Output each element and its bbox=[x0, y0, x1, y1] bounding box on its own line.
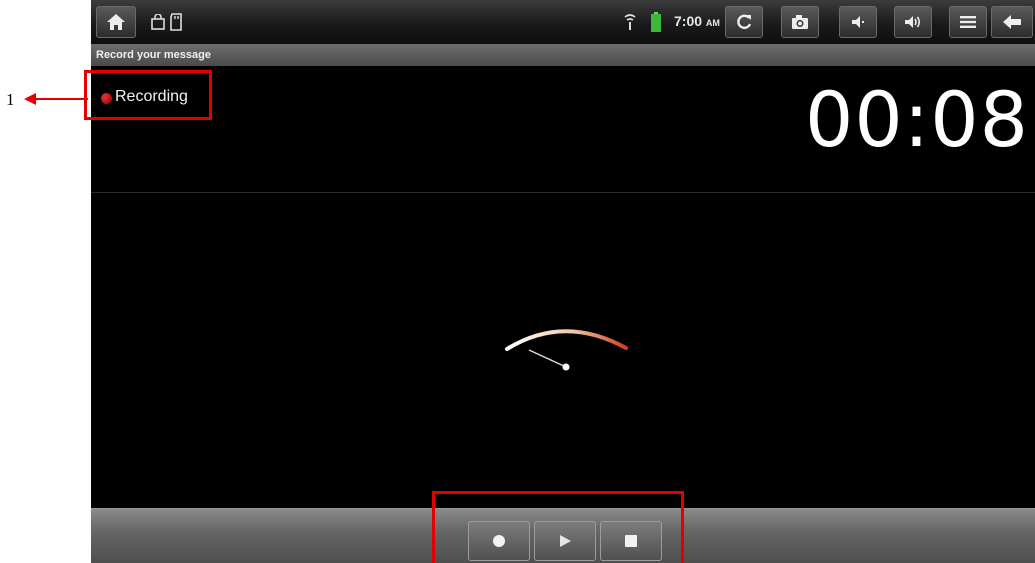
volume-up-icon bbox=[905, 16, 921, 28]
divider bbox=[91, 192, 1035, 193]
sd-card-icon bbox=[170, 13, 182, 31]
signal-icon bbox=[624, 14, 636, 30]
status-time-ampm: AM bbox=[705, 18, 720, 28]
back-button[interactable] bbox=[991, 6, 1033, 38]
battery-icon bbox=[651, 12, 661, 32]
status-time: 7:00 AM bbox=[674, 13, 720, 29]
home-icon bbox=[107, 14, 125, 30]
back-icon bbox=[1003, 15, 1021, 29]
page-title: Record your message bbox=[91, 44, 1035, 66]
camera-icon bbox=[792, 15, 808, 29]
device-screen: 7:00 AM Record your message Recording 00… bbox=[91, 0, 1035, 563]
status-bar: 7:00 AM bbox=[91, 0, 1035, 45]
volume-down-button[interactable] bbox=[839, 6, 877, 38]
callout-number: 1 bbox=[6, 90, 15, 109]
camera-button[interactable] bbox=[781, 6, 819, 38]
bag-icon bbox=[151, 14, 165, 30]
volume-down-icon bbox=[852, 16, 864, 28]
highlight-box-controls bbox=[432, 491, 684, 563]
elapsed-timer: 00:08 bbox=[804, 75, 1029, 164]
callout-arrow-icon bbox=[24, 93, 88, 105]
vu-meter-icon bbox=[505, 329, 628, 371]
refresh-button[interactable] bbox=[725, 6, 763, 38]
volume-up-button[interactable] bbox=[894, 6, 932, 38]
status-time-value: 7:00 bbox=[674, 13, 703, 29]
refresh-icon bbox=[737, 14, 752, 30]
menu-button[interactable] bbox=[949, 6, 987, 38]
home-button[interactable] bbox=[96, 6, 136, 38]
menu-icon bbox=[960, 16, 976, 28]
highlight-box-recording-status bbox=[84, 70, 212, 120]
